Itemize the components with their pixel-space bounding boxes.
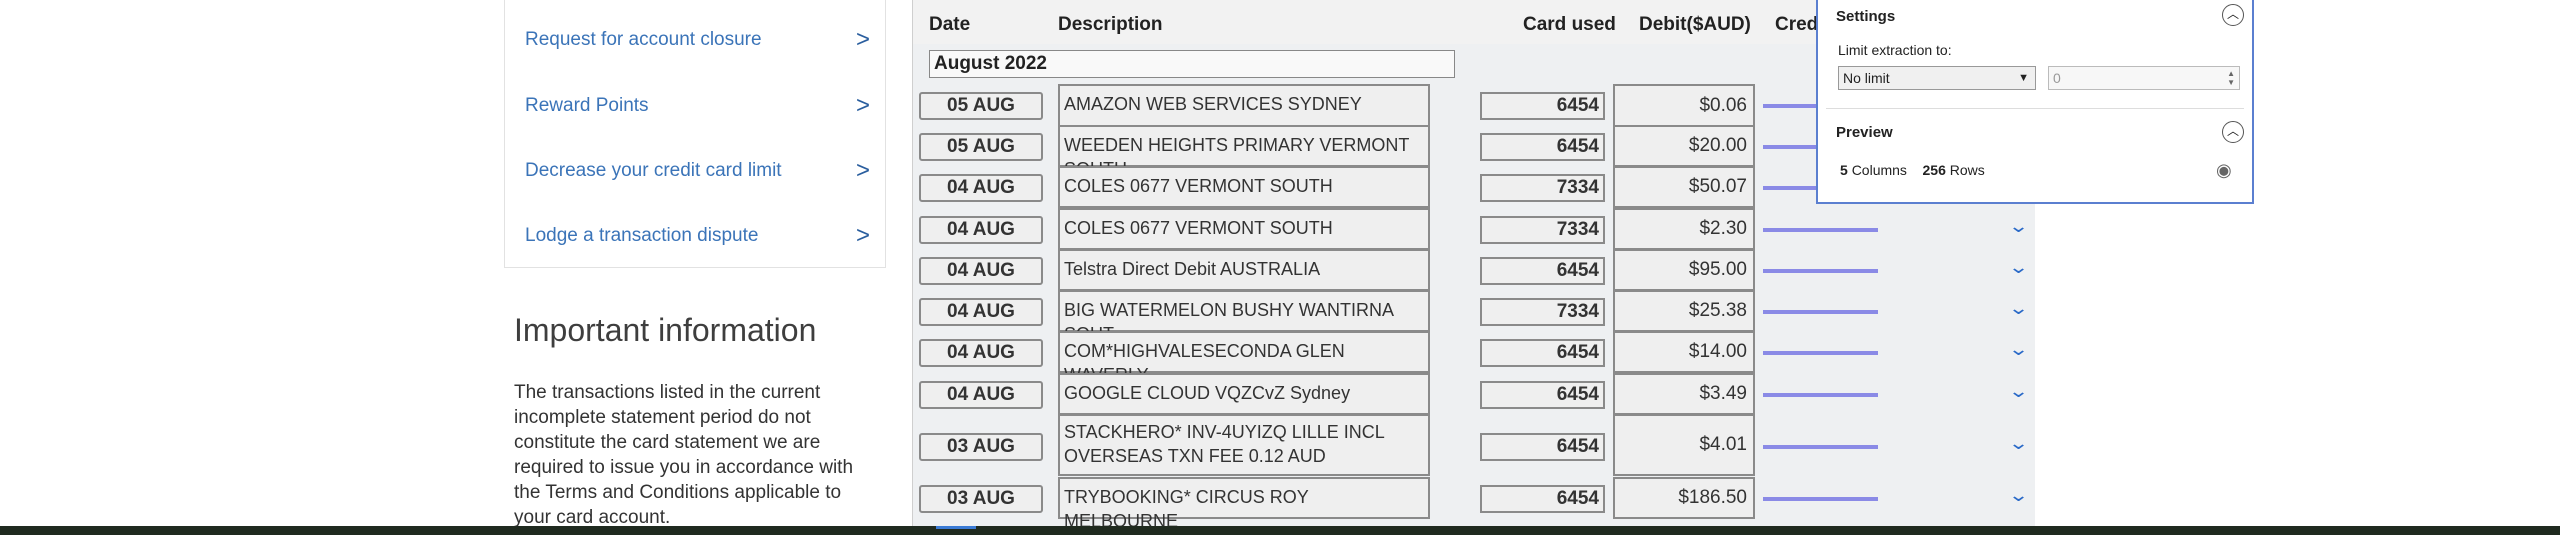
row-card-used: 6454 — [1480, 339, 1605, 367]
chevron-up-icon[interactable]: ︿ — [2222, 121, 2244, 143]
link-request-account-closure[interactable]: Request for account closure > — [525, 20, 870, 60]
limit-number-input[interactable]: 0 ▲ ▼ — [2048, 66, 2240, 90]
row-card-used: 7334 — [1480, 216, 1605, 244]
row-description: BIG WATERMELON BUSHY WANTIRNA SOUT — [1058, 290, 1430, 344]
row-date: 03 AUG — [919, 485, 1043, 513]
rows-label: Rows — [1949, 162, 1985, 178]
row-description: Telstra Direct Debit AUSTRALIA — [1058, 249, 1430, 291]
row-description: AMAZON WEB SERVICES SYDNEY — [1058, 84, 1430, 128]
credit-indicator — [1763, 269, 1878, 273]
row-debit: $20.00 — [1613, 125, 1755, 167]
link-label: Decrease your credit card limit — [525, 160, 782, 181]
dropdown-arrow-icon: ▼ — [2018, 72, 2029, 84]
link-label: Request for account closure — [525, 29, 762, 50]
row-description: COM*HIGHVALESECONDA GLEN WAVERLY — [1058, 331, 1430, 385]
row-date: 04 AUG — [919, 339, 1043, 367]
settings-title: Settings — [1836, 8, 1896, 25]
link-decrease-credit-limit[interactable]: Decrease your credit card limit > — [525, 151, 870, 191]
row-date: 05 AUG — [919, 92, 1043, 120]
limit-extraction-label: Limit extraction to: — [1838, 42, 1952, 58]
credit-indicator — [1763, 497, 1878, 501]
header-description[interactable]: Description — [1058, 14, 1163, 36]
active-app-indicator — [936, 526, 976, 529]
row-debit: $0.06 — [1613, 84, 1755, 128]
credit-indicator — [1763, 228, 1878, 232]
row-date: 03 AUG — [919, 433, 1043, 461]
chevron-right-icon: > — [855, 157, 870, 184]
row-description: COLES 0677 VERMONT SOUTH — [1058, 166, 1430, 208]
row-description: GOOGLE CLOUD VQZCvZ Sydney — [1058, 373, 1430, 415]
row-debit: $25.38 — [1613, 290, 1755, 332]
header-card-used[interactable]: Card used — [1523, 14, 1616, 36]
header-date[interactable]: Date — [929, 14, 970, 36]
row-debit: $14.00 — [1613, 331, 1755, 373]
row-card-used: 6454 — [1480, 485, 1605, 513]
columns-label: Columns — [1851, 162, 1907, 178]
link-label: Lodge a transaction dispute — [525, 225, 759, 246]
row-card-used: 6454 — [1480, 433, 1605, 461]
row-description: STACKHERO* INV-4UYIZQ LILLE INCL OVERSEA… — [1058, 414, 1430, 476]
row-card-used: 6454 — [1480, 257, 1605, 285]
header-credit[interactable]: Cred — [1775, 14, 1818, 36]
chevron-down-icon[interactable]: ⌄ — [2008, 298, 2029, 319]
link-label: Reward Points — [525, 95, 649, 116]
chevron-up-icon[interactable]: ︿ — [2222, 4, 2244, 26]
important-information-heading: Important information — [514, 312, 817, 348]
preview-summary: 5 Columns 256 Rows — [1840, 162, 1985, 178]
spinner-icon[interactable]: ▲ ▼ — [2227, 69, 2235, 87]
credit-indicator — [1763, 351, 1878, 355]
row-description: WEEDEN HEIGHTS PRIMARY VERMONT SOUTH — [1058, 125, 1430, 179]
account-actions-card: Request for account closure > Reward Poi… — [504, 0, 886, 268]
credit-indicator — [1763, 393, 1878, 397]
chevron-right-icon: > — [855, 222, 870, 249]
row-debit: $2.30 — [1613, 208, 1755, 250]
chevron-down-icon[interactable]: ⌄ — [2008, 216, 2029, 237]
os-taskbar — [0, 526, 2560, 535]
row-date: 04 AUG — [919, 298, 1043, 326]
eye-icon[interactable]: ◉ — [2216, 160, 2232, 181]
row-card-used: 7334 — [1480, 298, 1605, 326]
row-date: 04 AUG — [919, 381, 1043, 409]
row-description: COLES 0677 VERMONT SOUTH — [1058, 208, 1430, 250]
row-card-used: 6454 — [1480, 133, 1605, 161]
row-date: 04 AUG — [919, 257, 1043, 285]
row-date: 04 AUG — [919, 174, 1043, 202]
chevron-down-icon[interactable]: ⌄ — [2008, 433, 2029, 454]
chevron-right-icon: > — [855, 92, 870, 119]
chevron-down-icon[interactable]: ⌄ — [2008, 381, 2029, 402]
limit-number-value: 0 — [2053, 70, 2061, 86]
extraction-settings-panel: Settings ︿ Limit extraction to: No limit… — [1816, 0, 2254, 204]
limit-extraction-select[interactable]: No limit ▼ — [1838, 66, 2036, 90]
credit-indicator — [1763, 445, 1878, 449]
important-information-text: The transactions listed in the current i… — [514, 382, 854, 528]
header-debit[interactable]: Debit($AUD) — [1639, 14, 1751, 36]
rows-count: 256 — [1922, 162, 1946, 178]
limit-select-value: No limit — [1843, 70, 1890, 86]
row-debit: $3.49 — [1613, 373, 1755, 415]
row-debit: $186.50 — [1613, 477, 1755, 519]
month-group-label: August 2022 — [929, 50, 1455, 78]
row-description: TRYBOOKING* CIRCUS ROY MELBOURNE — [1058, 477, 1430, 526]
chevron-down-icon[interactable]: ⌄ — [2008, 485, 2029, 506]
row-card-used: 6454 — [1480, 381, 1605, 409]
chevron-right-icon: > — [855, 26, 870, 53]
credit-indicator — [1763, 310, 1878, 314]
section-divider — [1826, 108, 2244, 109]
row-date: 05 AUG — [919, 133, 1043, 161]
row-card-used: 6454 — [1480, 92, 1605, 120]
link-lodge-transaction-dispute[interactable]: Lodge a transaction dispute > — [525, 216, 870, 256]
row-debit: $4.01 — [1613, 414, 1755, 476]
chevron-down-icon[interactable]: ⌄ — [2008, 339, 2029, 360]
columns-count: 5 — [1840, 162, 1848, 178]
link-reward-points[interactable]: Reward Points > — [525, 86, 870, 126]
chevron-down-icon[interactable]: ⌄ — [2008, 257, 2029, 278]
row-debit: $95.00 — [1613, 249, 1755, 291]
row-date: 04 AUG — [919, 216, 1043, 244]
preview-title: Preview — [1836, 124, 1893, 141]
row-card-used: 7334 — [1480, 174, 1605, 202]
row-debit: $50.07 — [1613, 166, 1755, 208]
